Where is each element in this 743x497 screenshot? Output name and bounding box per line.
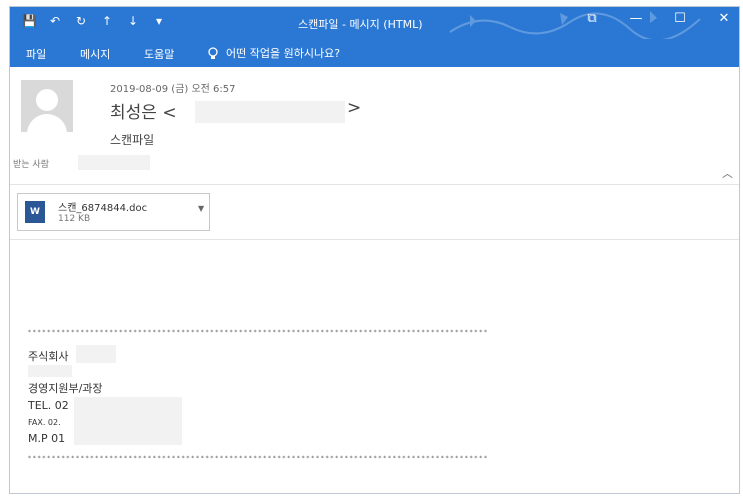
- signature-fax: FAX. 02.: [28, 418, 61, 427]
- tab-message[interactable]: 메시지: [80, 46, 110, 62]
- avatar-head-shape: [36, 89, 58, 111]
- word-doc-icon: W: [25, 201, 45, 223]
- sender-line[interactable]: 최성은 <: [110, 98, 177, 123]
- tab-help[interactable]: 도움말: [144, 46, 174, 62]
- signature-mobile: M.P 01: [28, 432, 66, 445]
- collapse-header-icon[interactable]: ︿: [722, 165, 733, 181]
- ribbon-display-options-icon[interactable]: ⧉: [583, 11, 601, 26]
- signature-tel: TEL. 02: [28, 399, 69, 412]
- minimize-icon[interactable]: —: [627, 11, 645, 26]
- tell-me-text: 어떤 작업을 원하시나요?: [226, 47, 341, 60]
- attachment-divider: [10, 239, 739, 240]
- redacted-email: [195, 101, 345, 123]
- message-header: 2019-08-09 (금) 오전 6:57 최성은 < > 스캔파일 받는 사…: [10, 67, 739, 182]
- attachment-size: 112 KB: [58, 214, 91, 224]
- sender-name: 최성은: [110, 103, 157, 123]
- tell-me-box[interactable]: 어떤 작업을 원하시나요?: [208, 45, 340, 61]
- customize-qat-icon[interactable]: ▾: [152, 14, 166, 28]
- window-controls: ⧉ — ☐ ✕: [583, 11, 733, 26]
- sent-date: 2019-08-09 (금) 오전 6:57: [110, 84, 236, 95]
- signature-bottom-border: ****************************************…: [28, 455, 489, 462]
- outlook-message-window: 💾 ↶ ↻ ↑ ↓ ▾ 스캔파일 - 메시지 (HTML) ⧉ — ☐ ✕ 파일…: [9, 6, 740, 494]
- to-label: 받는 사람: [13, 160, 49, 170]
- avatar-body-shape: [27, 114, 67, 132]
- sender-bracket-open: <: [162, 103, 177, 123]
- attachment-name: 스캔_6874844.doc: [58, 203, 148, 214]
- attachment-dropdown-icon[interactable]: ▼: [198, 204, 204, 213]
- tab-file[interactable]: 파일: [26, 46, 46, 62]
- save-icon[interactable]: 💾: [22, 14, 37, 28]
- undo-icon[interactable]: ↶: [48, 14, 62, 28]
- quick-access-toolbar: 💾 ↶ ↻ ↑ ↓ ▾: [22, 14, 166, 28]
- lightbulb-icon: [208, 46, 218, 59]
- sender-bracket-close: >: [347, 98, 362, 118]
- signature-dept: 경영지원부/과장: [28, 382, 103, 395]
- redacted-phone-numbers: [74, 397, 182, 445]
- redacted-name: [28, 365, 72, 377]
- ribbon-tabs: 파일 메시지 도움말 어떤 작업을 원하시나요?: [10, 39, 739, 67]
- sender-avatar: [21, 80, 73, 132]
- signature-top-border: ****************************************…: [28, 329, 489, 336]
- redo-icon[interactable]: ↻: [74, 14, 88, 28]
- attachment-card[interactable]: W 스캔_6874844.doc 112 KB ▼: [17, 193, 210, 231]
- header-divider: [10, 184, 739, 185]
- previous-item-icon[interactable]: ↑: [100, 14, 114, 28]
- signature-company: 주식회사: [28, 350, 69, 363]
- window-title: 스캔파일 - 메시지 (HTML): [298, 18, 423, 31]
- maximize-icon[interactable]: ☐: [671, 11, 689, 26]
- close-icon[interactable]: ✕: [715, 11, 733, 26]
- redacted-company: [76, 345, 116, 363]
- message-subject: 스캔파일: [110, 133, 155, 147]
- title-bar: 💾 ↶ ↻ ↑ ↓ ▾ 스캔파일 - 메시지 (HTML) ⧉ — ☐ ✕: [10, 7, 739, 39]
- next-item-icon[interactable]: ↓: [126, 14, 140, 28]
- redacted-recipient: [78, 155, 150, 170]
